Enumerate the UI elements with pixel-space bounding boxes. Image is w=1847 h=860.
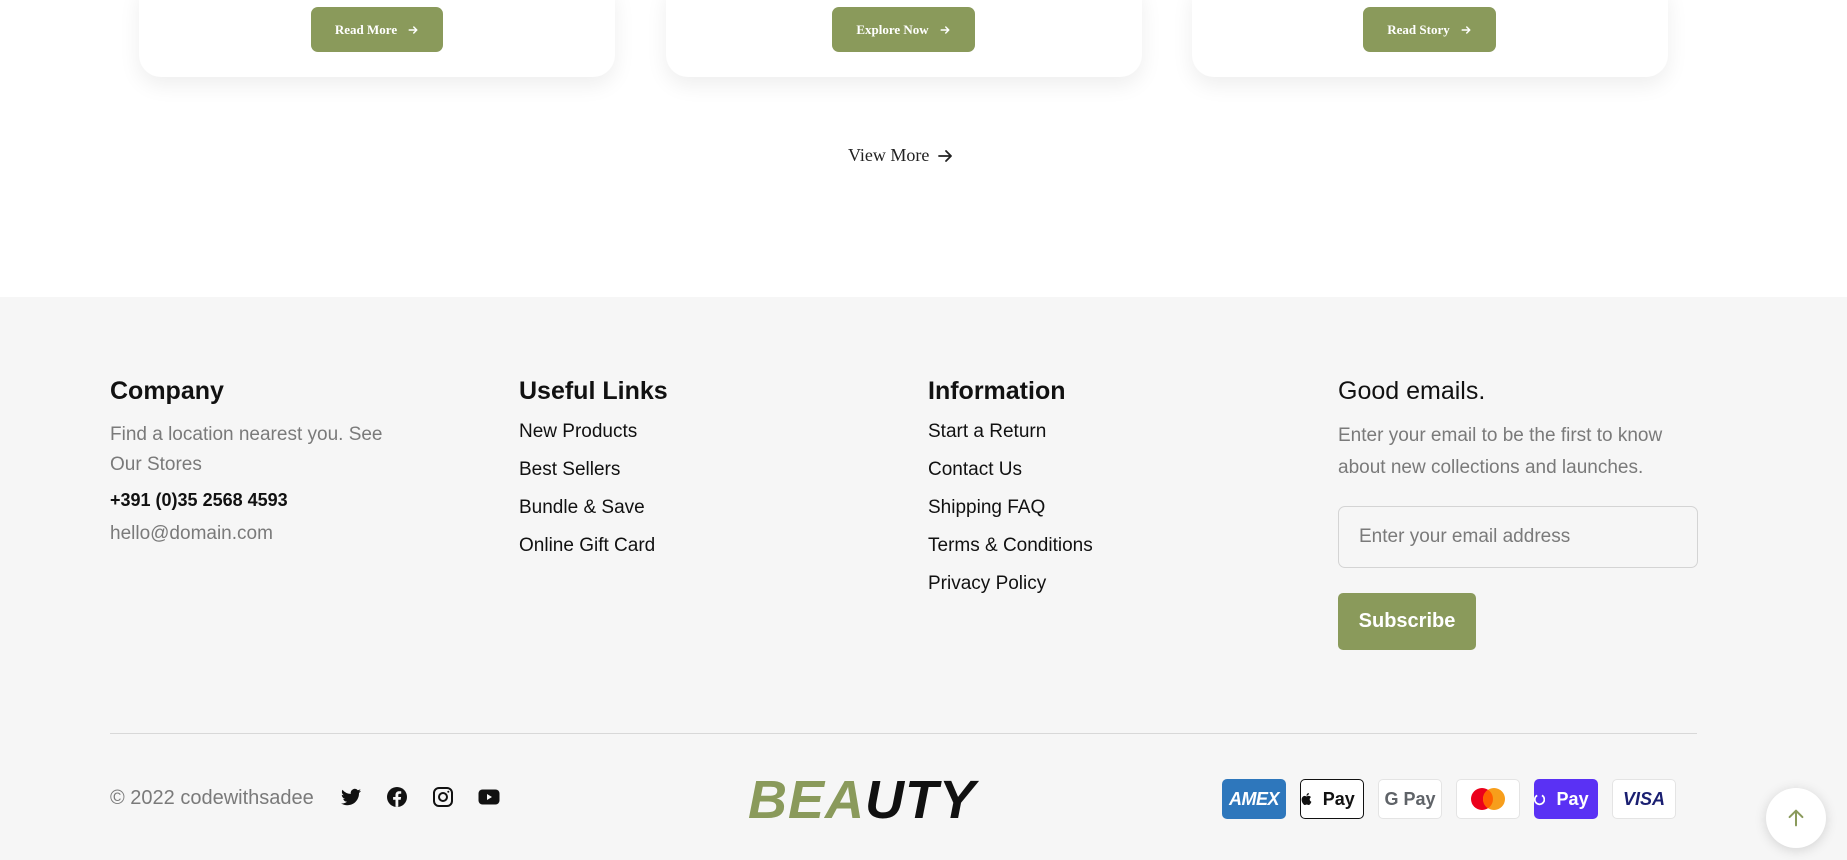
link-bundle-save[interactable]: Bundle & Save [519, 496, 819, 520]
google-pay-label: G Pay [1384, 788, 1436, 809]
read-story-label: Read Story [1387, 21, 1450, 37]
shop-pay-label: Pay [1556, 788, 1589, 809]
read-story-button[interactable]: Read Story [1363, 7, 1496, 52]
link-online-gift-card[interactable]: Online Gift Card [519, 534, 819, 558]
link-privacy-policy[interactable]: Privacy Policy [928, 572, 1228, 596]
shop-pay-icon: Pay [1534, 779, 1598, 819]
newsletter-column: Good emails. Enter your email to be the … [1338, 377, 1708, 650]
logo-part-2: UTY [865, 770, 977, 830]
email-input[interactable] [1338, 506, 1698, 568]
visa-icon: VISA [1612, 779, 1676, 819]
view-more-label: View More [848, 145, 930, 165]
read-more-label: Read More [334, 21, 398, 37]
arrow-right-icon [940, 25, 950, 34]
arrow-right-icon [1461, 25, 1471, 34]
link-start-return[interactable]: Start a Return [928, 420, 1228, 444]
amex-icon: AMEX [1222, 779, 1286, 819]
payment-methods: AMEX Pay G Pay Pay VISA [1222, 779, 1676, 819]
newsletter-title: Good emails. [1338, 377, 1486, 405]
arrow-right-icon [408, 25, 418, 34]
visa-label: VISA [1622, 788, 1665, 809]
apple-pay-icon: Pay [1300, 779, 1364, 819]
footer-divider [110, 733, 1697, 734]
useful-links-list: New Products Best Sellers Bundle & Save … [519, 420, 819, 558]
email-address[interactable]: hello@domain.com [110, 519, 410, 549]
social-links [339, 785, 501, 809]
brand-logo[interactable]: BEAUTY [748, 769, 976, 831]
store-locator-text[interactable]: Find a location nearest you. See Our Sto… [110, 420, 400, 480]
information-title: Information [928, 377, 1066, 405]
arrow-right-icon [938, 149, 953, 162]
twitter-icon[interactable] [339, 785, 363, 809]
company-title: Company [110, 377, 224, 405]
information-links-list: Start a Return Contact Us Shipping FAQ T… [928, 420, 1228, 596]
link-contact-us[interactable]: Contact Us [928, 458, 1228, 482]
blog-card: Read Story [1192, 0, 1668, 77]
google-pay-icon: G Pay [1378, 779, 1442, 819]
explore-now-label: Explore Now [856, 21, 929, 37]
copyright-text: © 2022 codewithsadee [110, 787, 314, 809]
explore-now-button[interactable]: Explore Now [832, 7, 975, 52]
site-footer: Company Find a location nearest you. See… [0, 297, 1847, 860]
mastercard-icon [1456, 779, 1520, 819]
read-more-button[interactable]: Read More [311, 7, 443, 52]
view-more-link[interactable]: View More [848, 145, 953, 166]
youtube-icon[interactable] [477, 785, 501, 809]
phone-number[interactable]: +391 (0)35 2568 4593 [110, 490, 410, 511]
apple-pay-label: Pay [1322, 788, 1355, 809]
arrow-up-icon [1788, 809, 1804, 827]
link-shipping-faq[interactable]: Shipping FAQ [928, 496, 1228, 520]
amex-label: AMEX [1228, 788, 1280, 809]
logo-part-1: BEA [748, 770, 866, 830]
back-to-top-button[interactable] [1766, 788, 1826, 848]
company-column: Company Find a location nearest you. See… [110, 377, 410, 549]
link-best-sellers[interactable]: Best Sellers [519, 458, 819, 482]
instagram-icon[interactable] [431, 785, 455, 809]
blog-card: Read More [139, 0, 615, 77]
useful-links-column: Useful Links New Products Best Sellers B… [519, 377, 819, 572]
link-terms-conditions[interactable]: Terms & Conditions [928, 534, 1228, 558]
newsletter-description: Enter your email to be the first to know… [1338, 425, 1663, 478]
blog-section: Read More Explore Now Read Story View Mo… [0, 0, 1847, 297]
information-column: Information Start a Return Contact Us Sh… [928, 377, 1228, 610]
facebook-icon[interactable] [385, 785, 409, 809]
subscribe-button[interactable]: Subscribe [1338, 593, 1476, 650]
link-new-products[interactable]: New Products [519, 420, 819, 444]
useful-links-title: Useful Links [519, 377, 668, 405]
blog-card: Explore Now [666, 0, 1142, 77]
